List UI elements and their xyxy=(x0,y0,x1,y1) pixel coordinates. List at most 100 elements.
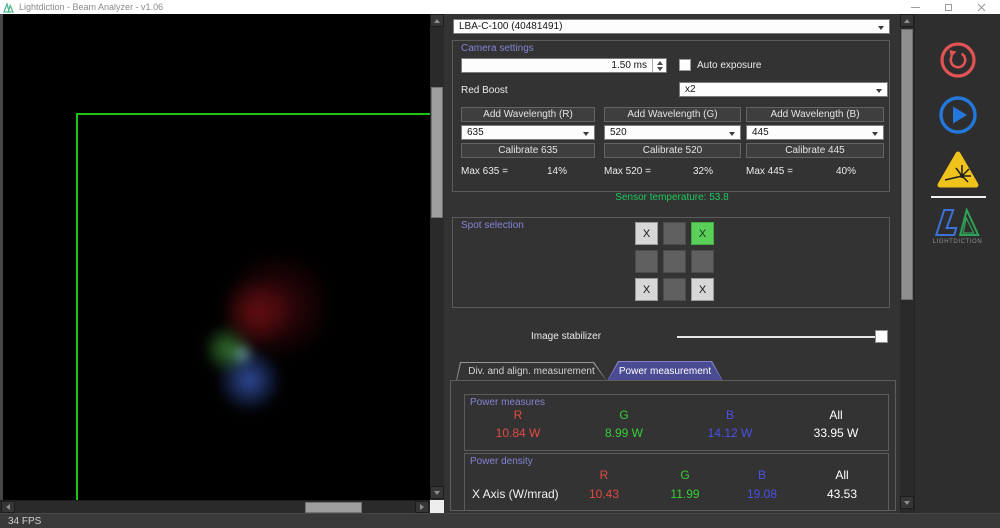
close-icon xyxy=(977,3,986,12)
laser-warning-button[interactable] xyxy=(936,150,980,190)
maximize-icon xyxy=(945,4,952,11)
camera-horizontal-scrollbar[interactable] xyxy=(0,500,430,513)
arrow-down-icon xyxy=(904,501,910,505)
spot-button-7[interactable]: X xyxy=(635,278,658,301)
action-sidebar: LIGHTDICTION xyxy=(914,14,1000,513)
tab-power-measurement[interactable]: Power measurement xyxy=(607,361,723,381)
scrollbar-corner xyxy=(430,500,444,513)
spot-button-1[interactable]: X xyxy=(635,222,658,245)
scroll-right-button[interactable] xyxy=(415,501,429,513)
calibrate-b-button[interactable]: Calibrate 445 xyxy=(746,143,884,158)
minimize-button[interactable] xyxy=(899,0,932,14)
spot-button-5[interactable] xyxy=(663,250,686,273)
max-r-label: Max 635 = xyxy=(461,166,508,177)
calibrate-r-button[interactable]: Calibrate 635 xyxy=(461,143,595,158)
power-measurement-panel: Power measures R G B All 10.84 W 8.99 W … xyxy=(450,380,896,511)
device-selector-value: LBA-C-100 (40481491) xyxy=(459,21,562,32)
app-logo-icon xyxy=(3,2,14,13)
slider-thumb[interactable] xyxy=(875,330,888,343)
panel-scroll-thumb[interactable] xyxy=(901,29,913,300)
play-button[interactable] xyxy=(938,95,978,135)
maximize-button[interactable] xyxy=(932,0,965,14)
max-g-label: Max 520 = xyxy=(604,166,651,177)
window-controls xyxy=(899,0,998,14)
minimize-icon xyxy=(911,7,920,8)
lightdiction-logo: LIGHTDICTION xyxy=(933,208,983,245)
density-header-g: G xyxy=(680,468,689,482)
spot-selection-grid: X X X X xyxy=(635,222,714,301)
wavelength-b-value: 445 xyxy=(752,127,769,138)
auto-exposure-label: Auto exposure xyxy=(697,60,762,71)
header-all: All xyxy=(783,408,889,422)
control-panel: LBA-C-100 (40481491) Camera settings 1.5… xyxy=(444,14,900,513)
tab-label: Power measurement xyxy=(607,361,723,381)
add-wavelength-g-label: Add Wavelength (G) xyxy=(627,109,717,120)
arrow-right-icon xyxy=(420,504,424,510)
spot-button-4[interactable] xyxy=(635,250,658,273)
add-wavelength-b-button[interactable]: Add Wavelength (B) xyxy=(746,107,884,122)
scroll-left-button[interactable] xyxy=(1,501,15,513)
beam-analyzer-window: Lightdiction - Beam Analyzer - v1.06 xyxy=(0,0,1000,528)
header-r: R xyxy=(465,408,571,422)
calibrate-g-label: Calibrate 520 xyxy=(643,145,702,156)
wavelength-r-value: 635 xyxy=(467,127,484,138)
vertical-scroll-thumb[interactable] xyxy=(431,87,443,218)
slider-track[interactable] xyxy=(677,336,888,338)
spot-button-3[interactable]: X xyxy=(691,222,714,245)
calibrate-g-button[interactable]: Calibrate 520 xyxy=(604,143,741,158)
panel-scroll-down-button[interactable] xyxy=(900,496,914,509)
red-boost-value: x2 xyxy=(685,84,696,95)
spot-button-6[interactable] xyxy=(691,250,714,273)
camera-vertical-scrollbar[interactable] xyxy=(430,14,444,500)
red-boost-dropdown[interactable]: x2 xyxy=(679,82,888,97)
auto-exposure-checkbox[interactable] xyxy=(679,59,691,71)
horizontal-scroll-thumb[interactable] xyxy=(305,502,362,513)
max-b-label: Max 445 = xyxy=(746,166,793,177)
panel-vertical-scrollbar[interactable] xyxy=(900,14,914,513)
add-wavelength-r-label: Add Wavelength (R) xyxy=(483,109,573,120)
add-wavelength-r-button[interactable]: Add Wavelength (R) xyxy=(461,107,595,122)
exposure-spinner[interactable] xyxy=(652,59,666,72)
spot-button-8[interactable] xyxy=(663,278,686,301)
spin-down-icon xyxy=(657,67,663,71)
tab-div-align-measurement[interactable]: Div. and align. measurement xyxy=(456,362,607,381)
wavelength-r-dropdown[interactable]: 635 xyxy=(461,125,595,140)
scroll-down-button[interactable] xyxy=(430,486,444,499)
add-wavelength-b-label: Add Wavelength (B) xyxy=(770,109,859,120)
header-g: G xyxy=(571,408,677,422)
add-wavelength-g-button[interactable]: Add Wavelength (G) xyxy=(604,107,741,122)
spot-button-2[interactable] xyxy=(663,222,686,245)
scroll-up-button[interactable] xyxy=(430,14,444,27)
wavelength-g-dropdown[interactable]: 520 xyxy=(604,125,741,140)
sensor-region-outline xyxy=(76,113,430,500)
window-title: Lightdiction - Beam Analyzer - v1.06 xyxy=(19,2,163,12)
density-header-all: All xyxy=(835,468,848,482)
lightdiction-logo-text: LIGHTDICTION xyxy=(933,239,983,245)
density-row-label: X Axis (W/mrad) xyxy=(472,487,559,501)
panel-scroll-up-button[interactable] xyxy=(900,14,914,27)
wavelength-g-value: 520 xyxy=(610,127,627,138)
image-stabilizer-slider[interactable] xyxy=(677,330,888,344)
power-all-value: 33.95 W xyxy=(783,426,889,440)
spot-button-9[interactable]: X xyxy=(691,278,714,301)
window-left-edge xyxy=(0,14,3,513)
power-density-label: Power density xyxy=(470,456,533,467)
calibrate-b-label: Calibrate 445 xyxy=(785,145,844,156)
fps-counter: 34 FPS xyxy=(8,516,41,527)
sidebar-divider xyxy=(931,196,986,198)
power-measures-label: Power measures xyxy=(470,397,545,408)
wavelength-b-dropdown[interactable]: 445 xyxy=(746,125,884,140)
arrow-up-icon xyxy=(904,19,910,23)
close-button[interactable] xyxy=(965,0,998,14)
camera-settings-label: Camera settings xyxy=(461,43,534,54)
reset-button[interactable] xyxy=(939,41,977,79)
calibrate-r-label: Calibrate 635 xyxy=(498,145,557,156)
camera-viewport[interactable] xyxy=(0,14,430,500)
device-selector-dropdown[interactable]: LBA-C-100 (40481491) xyxy=(453,19,890,34)
sensor-temperature: Sensor temperature: 53.8 xyxy=(444,192,900,203)
exposure-spinbox[interactable]: 1.50 ms xyxy=(461,58,667,73)
max-b-value: 40% xyxy=(836,166,856,177)
density-g-value: 11.99 xyxy=(670,487,699,501)
image-stabilizer-label: Image stabilizer xyxy=(531,331,601,342)
power-measures-value-row: 10.84 W 8.99 W 14.12 W 33.95 W xyxy=(465,426,890,440)
